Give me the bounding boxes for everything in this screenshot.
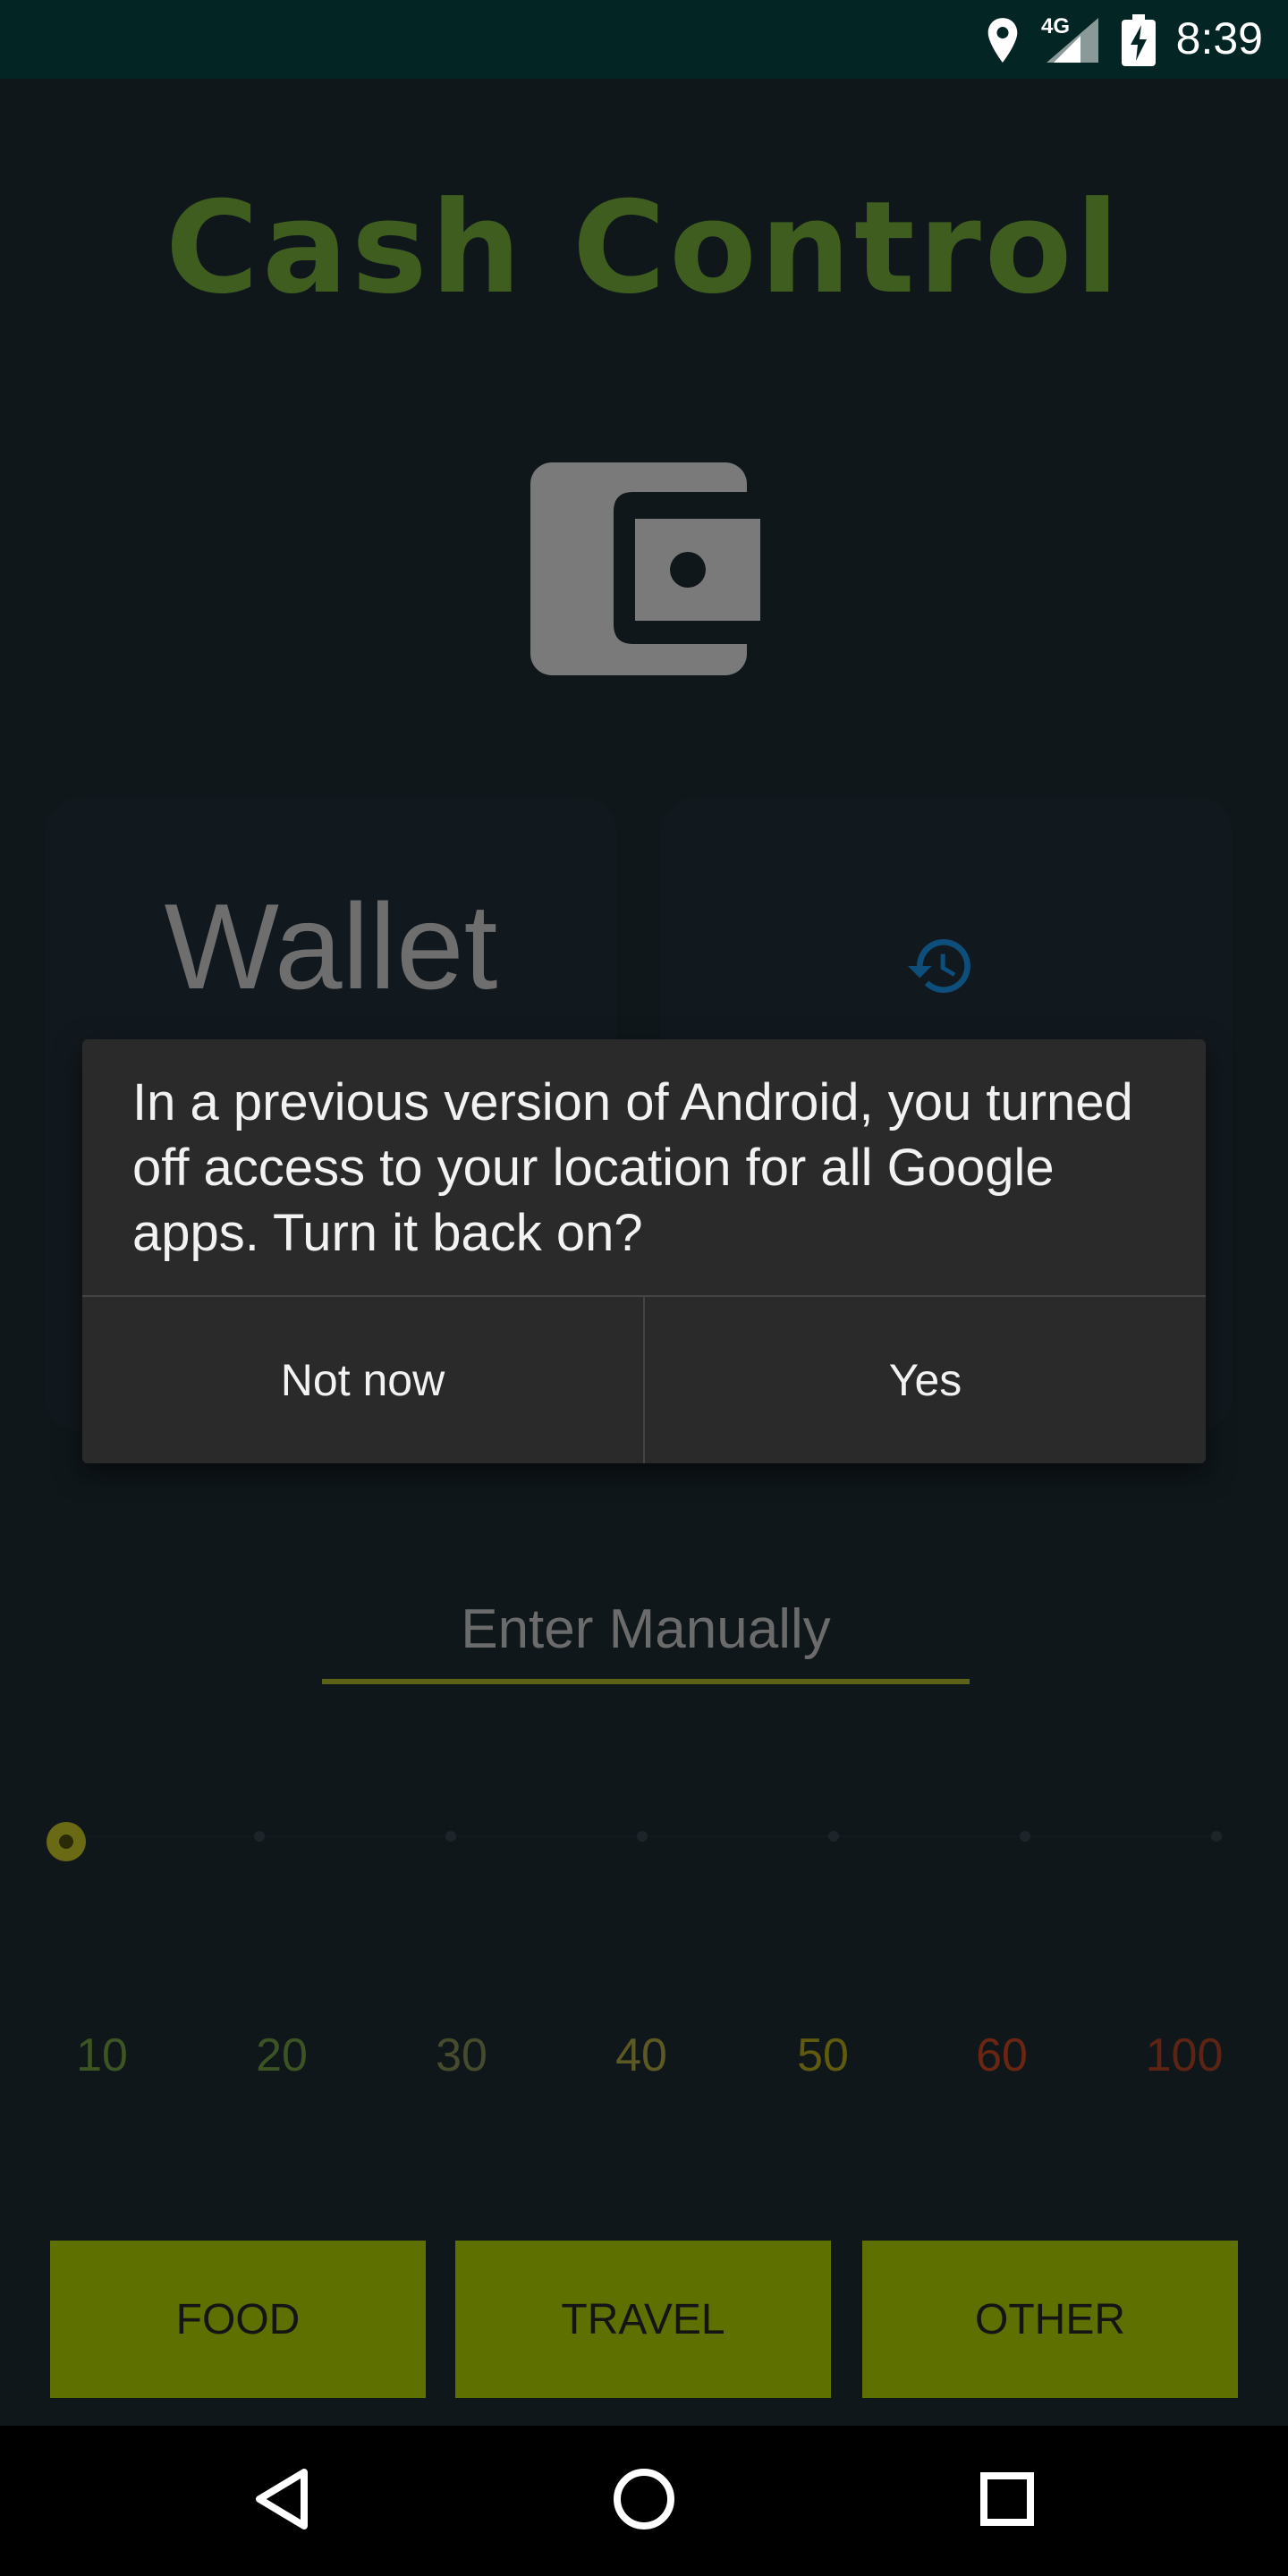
dialog-message: In a previous version of Android, you tu… <box>132 1073 1133 1262</box>
enter-manually-input[interactable] <box>322 1579 970 1684</box>
slider-step[interactable] <box>1020 1831 1030 1842</box>
yes-button[interactable]: Yes <box>645 1297 1206 1463</box>
slider-step[interactable] <box>445 1831 456 1842</box>
tick-label-20: 20 <box>256 2029 308 2081</box>
slider-step[interactable] <box>254 1831 265 1842</box>
battery-charging-icon <box>1122 14 1156 66</box>
tick-label-60: 60 <box>976 2029 1028 2081</box>
status-time: 8:39 <box>1175 13 1263 64</box>
status-bar: 4G 8:39 <box>0 0 1288 79</box>
food-button[interactable]: FOOD <box>50 2241 426 2398</box>
tick-label-100: 100 <box>1145 2029 1224 2081</box>
location-icon <box>987 18 1018 63</box>
travel-button[interactable]: TRAVEL <box>455 2241 831 2398</box>
signal-icon <box>1046 18 1098 63</box>
not-now-button[interactable]: Not now <box>82 1297 643 1463</box>
app-title: Cash Control <box>165 174 1123 322</box>
tick-label-40: 40 <box>615 2029 667 2081</box>
history-icon <box>908 939 970 993</box>
wallet-icon <box>530 462 760 675</box>
tick-label-10: 10 <box>76 2029 128 2081</box>
other-button[interactable]: OTHER <box>862 2241 1238 2398</box>
slider-step[interactable] <box>1211 1831 1222 1842</box>
back-icon[interactable] <box>249 2463 315 2535</box>
tick-label-30: 30 <box>436 2029 487 2081</box>
navigation-bar <box>0 2426 1288 2576</box>
slider-thumb[interactable] <box>47 1822 86 1861</box>
slider-step[interactable] <box>637 1831 648 1842</box>
location-dialog: In a previous version of Android, you tu… <box>82 1039 1206 1463</box>
recents-icon[interactable] <box>975 2463 1041 2535</box>
home-icon[interactable] <box>608 2463 680 2535</box>
tick-label-50: 50 <box>797 2029 849 2081</box>
slider-step[interactable] <box>828 1831 839 1842</box>
wallet-card-title: Wallet <box>164 878 498 1014</box>
